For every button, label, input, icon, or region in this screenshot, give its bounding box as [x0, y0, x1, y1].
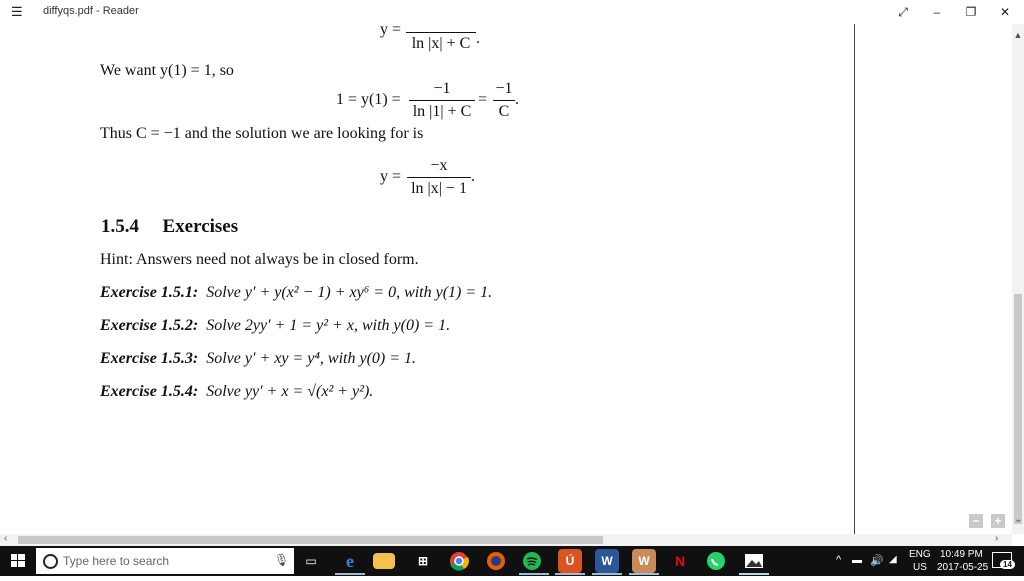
paragraph-want: We want y(1) = 1, so	[100, 62, 234, 79]
input-language[interactable]: ENG	[909, 549, 931, 560]
windows-logo-icon	[11, 554, 25, 567]
orange-app-icon[interactable]: Ú	[558, 549, 582, 573]
vertical-scrollbar[interactable]: ▲	[1012, 24, 1024, 534]
pdf-page: y = ln |x| + C . We want y(1) = 1, so 1 …	[0, 24, 854, 534]
task-view-icon[interactable]: ▭	[299, 549, 323, 573]
edge-icon[interactable]: e	[338, 549, 362, 573]
clock-date[interactable]: 2017-05-25	[937, 562, 988, 573]
hint-text: Hint: Answers need not always be in clos…	[100, 251, 419, 268]
eq-prev-lhs: y =	[380, 24, 402, 38]
wifi-icon[interactable]: ◢	[889, 554, 897, 565]
background-pane	[855, 24, 1012, 534]
paragraph-thus: Thus C = −1 and the solution we are look…	[100, 125, 424, 142]
cortana-icon	[43, 554, 58, 569]
firefox-icon[interactable]	[484, 549, 508, 573]
notification-count-badge: 14	[1000, 560, 1015, 569]
word-icon[interactable]: W	[595, 549, 619, 573]
vertical-scroll-thumb[interactable]	[1014, 294, 1022, 524]
taskbar: Type here to search 🎙 ▭ e ⊞ Ú W W N ^ ▬ …	[0, 546, 1024, 576]
eq-sol-fraction: −x ln |x| − 1	[407, 157, 471, 198]
eq-prev-fraction: ln |x| + C	[406, 24, 476, 53]
eq-sol-lhs: y =	[380, 168, 402, 185]
store-icon[interactable]: ⊞	[411, 549, 435, 573]
input-region[interactable]: US	[913, 562, 927, 573]
chevron-down-icon[interactable]: ⌄	[1014, 514, 1022, 525]
exercise-item: Exercise 1.5.4: Solve yy′ + x = √(x² + y…	[100, 383, 374, 400]
w-app-icon[interactable]: W	[632, 549, 656, 573]
zoom-in-button[interactable]: +	[991, 514, 1005, 528]
hamburger-menu-icon[interactable]: ☰	[11, 4, 23, 20]
volume-icon[interactable]: 🔊	[870, 554, 884, 567]
minimize-button[interactable]: –	[922, 3, 952, 21]
file-explorer-icon[interactable]	[373, 553, 395, 569]
title-bar: ☰ diffyqs.pdf - Reader ⤢ – ❐ ✕	[0, 0, 1024, 24]
zoom-out-button[interactable]: −	[969, 514, 983, 528]
microphone-icon[interactable]: 🎙	[274, 553, 289, 567]
exercise-item: Exercise 1.5.3: Solve y′ + xy = y⁴, with…	[100, 350, 417, 367]
chrome-icon[interactable]	[447, 549, 471, 573]
photos-icon[interactable]	[742, 549, 766, 573]
section-number: 1.5.4	[101, 216, 139, 237]
exercise-item: Exercise 1.5.1: Solve y′ + y(x² − 1) + x…	[100, 284, 493, 301]
whatsapp-icon[interactable]	[704, 549, 728, 573]
netflix-icon[interactable]: N	[668, 549, 692, 573]
taskbar-search-input[interactable]: Type here to search 🎙	[36, 548, 294, 574]
scroll-up-icon[interactable]: ▲	[1012, 30, 1024, 40]
spotify-icon[interactable]	[520, 549, 544, 573]
eq-c-fraction-2: −1 C	[493, 80, 515, 121]
horizontal-scroll-thumb[interactable]	[18, 536, 603, 544]
section-title: Exercises	[162, 216, 239, 237]
scroll-right-icon[interactable]: ›	[995, 533, 998, 544]
eq-c-fraction-1: −1 ln |1| + C	[409, 80, 475, 121]
fullscreen-icon[interactable]: ⤢	[888, 3, 918, 21]
horizontal-scrollbar[interactable]: ‹ ›	[0, 533, 1012, 546]
window-title: diffyqs.pdf - Reader	[43, 5, 139, 17]
restore-button[interactable]: ❐	[956, 3, 986, 21]
section-heading: 1.5.4 Exercises	[101, 216, 238, 238]
scroll-left-icon[interactable]: ‹	[4, 533, 7, 544]
battery-icon[interactable]: ▬	[852, 555, 862, 566]
close-button[interactable]: ✕	[990, 3, 1020, 21]
exercise-item: Exercise 1.5.2: Solve 2yy′ + 1 = y² + x,…	[100, 317, 451, 334]
clock-time[interactable]: 10:49 PM	[940, 549, 983, 560]
start-button[interactable]	[0, 546, 36, 576]
eq-c-lhs: 1 = y(1) =	[336, 91, 401, 108]
show-hidden-icons-icon[interactable]: ^	[836, 554, 841, 566]
